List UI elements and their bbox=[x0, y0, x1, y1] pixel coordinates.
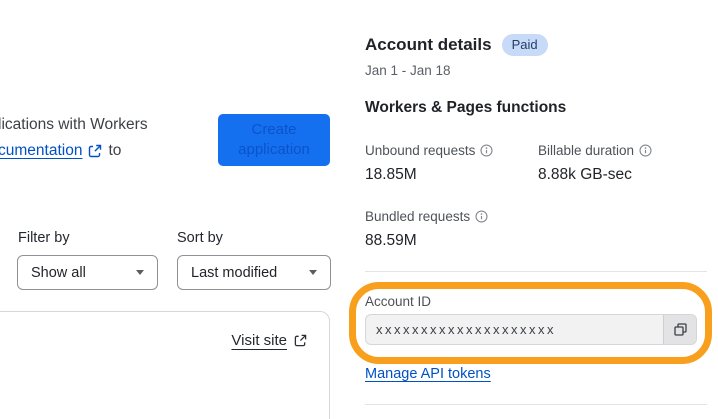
stat-label-text: Billable duration bbox=[538, 143, 635, 158]
intro-text-line2: cumentation to bbox=[0, 142, 121, 160]
info-icon[interactable] bbox=[475, 210, 488, 223]
external-link-icon bbox=[88, 144, 102, 158]
account-details-header: Account details Paid bbox=[365, 34, 548, 56]
stat-value-bundled: 88.59M bbox=[365, 232, 417, 249]
filter-by-label: Filter by bbox=[18, 230, 70, 246]
divider bbox=[365, 404, 707, 405]
filter-dropdown[interactable]: Show all bbox=[17, 255, 158, 290]
sort-dropdown[interactable]: Last modified bbox=[177, 255, 331, 290]
info-icon[interactable] bbox=[639, 144, 652, 157]
sort-dropdown-value: Last modified bbox=[191, 264, 278, 281]
visit-site-link[interactable]: Visit site bbox=[231, 332, 307, 349]
create-application-button[interactable]: Create application bbox=[218, 114, 330, 166]
visit-site-label: Visit site bbox=[231, 332, 287, 349]
stat-label-bundled: Bundled requests bbox=[365, 209, 488, 224]
copy-button[interactable] bbox=[663, 315, 696, 344]
divider bbox=[365, 271, 707, 272]
account-id-label: Account ID bbox=[365, 294, 432, 309]
account-id-field bbox=[365, 314, 697, 345]
filter-dropdown-value: Show all bbox=[31, 264, 86, 281]
intro-text-suffix: to bbox=[108, 142, 122, 159]
stat-value-billable: 8.88k GB-sec bbox=[538, 166, 632, 183]
account-details-title: Account details bbox=[365, 34, 492, 54]
functions-section-title: Workers & Pages functions bbox=[365, 99, 567, 116]
account-id-input[interactable] bbox=[366, 315, 663, 344]
caret-down-icon bbox=[136, 270, 144, 275]
intro-text-line1: lications with Workers bbox=[0, 116, 148, 133]
sort-by-label: Sort by bbox=[177, 230, 223, 246]
copy-icon bbox=[673, 322, 688, 337]
external-link-icon bbox=[294, 334, 307, 347]
plan-badge: Paid bbox=[501, 34, 548, 56]
documentation-link[interactable]: cumentation bbox=[0, 142, 82, 160]
stat-value-unbound: 18.85M bbox=[365, 166, 417, 183]
stat-label-unbound: Unbound requests bbox=[365, 143, 493, 158]
caret-down-icon bbox=[309, 270, 317, 275]
stat-label-text: Bundled requests bbox=[365, 209, 471, 224]
workers-pages-page: lications with Workers cumentation to Cr… bbox=[0, 0, 718, 419]
info-icon[interactable] bbox=[480, 144, 493, 157]
stat-label-billable: Billable duration bbox=[538, 143, 652, 158]
project-card: Visit site bbox=[0, 311, 330, 419]
stat-label-text: Unbound requests bbox=[365, 143, 476, 158]
manage-api-tokens-link[interactable]: Manage API tokens bbox=[365, 366, 491, 382]
date-range: Jan 1 - Jan 18 bbox=[365, 63, 451, 78]
